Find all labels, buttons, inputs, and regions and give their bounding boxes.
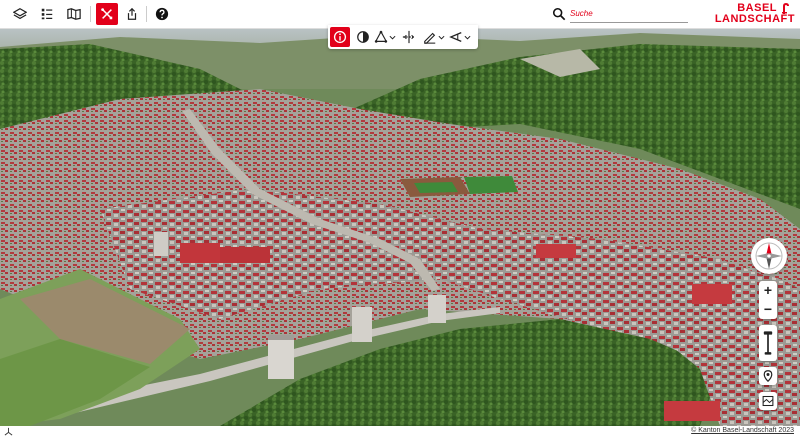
search-box [552,5,692,23]
measure-area-tool-button[interactable] [374,27,396,47]
toolbar-divider [90,6,91,22]
share-button[interactable] [121,3,143,25]
viewshed-icon [449,32,462,42]
zoom-out-button[interactable]: − [759,300,777,319]
footer-bar: © Kanton Basel-Landschaft 2023 [0,426,800,437]
zoom-control: + − [759,281,777,319]
info-tool-button[interactable] [330,27,350,47]
legend-button[interactable] [36,3,58,25]
help-icon [155,7,169,21]
tools-button[interactable] [96,3,118,25]
profile-tool-button[interactable] [400,27,418,47]
map-catalog-button[interactable] [63,3,85,25]
draw-icon [424,32,436,44]
basemap-button[interactable] [759,392,777,410]
map-3d-view[interactable] [0,29,800,426]
info-icon [333,30,347,44]
chevron-down-icon [389,35,396,40]
legend-list-icon [41,8,53,20]
logo-line2: LANDSCHAFT [714,13,795,25]
locate-button[interactable] [759,367,777,385]
map-book-icon [67,8,81,20]
basemap-icon [762,395,774,407]
shadow-icon [357,31,369,43]
compass-icon [755,242,783,270]
layers-button[interactable] [9,3,31,25]
profile-icon [402,30,416,44]
draw-tool-button[interactable] [422,27,446,47]
tilt-control[interactable] [759,325,777,361]
search-input[interactable] [570,5,688,23]
share-icon [127,7,137,20]
chevron-down-icon [464,35,471,40]
help-button[interactable] [151,3,173,25]
copyright-link[interactable]: © Kanton Basel-Landschaft 2023 [691,427,794,434]
toolbar-divider [146,6,147,22]
chevron-down-icon [438,35,445,40]
tools-icon [101,8,113,20]
layers-icon [13,8,27,20]
measure-area-icon [374,30,388,43]
shadow-tool-button[interactable] [354,27,372,47]
canton-logo[interactable]: BASEL LANDSCHAFT [703,2,795,26]
tool-palette [328,25,478,49]
coordinate-axis-icon[interactable] [4,427,13,436]
tilt-slider-icon [763,331,773,355]
zoom-in-button[interactable]: + [759,281,777,300]
viewshed-tool-button[interactable] [448,27,472,47]
compass-control[interactable] [751,238,787,274]
search-icon[interactable] [552,7,566,21]
city-scene [0,29,800,426]
location-pin-icon [763,370,773,382]
